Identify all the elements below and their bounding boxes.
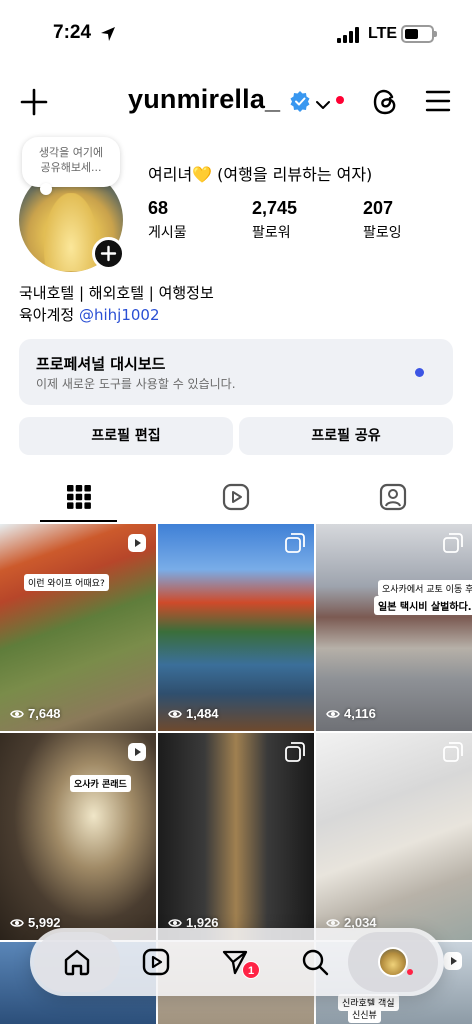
post-views: 4,116 bbox=[326, 706, 376, 721]
profile-notification-dot bbox=[407, 969, 413, 975]
battery-icon bbox=[401, 25, 437, 43]
grid-icon bbox=[66, 485, 91, 509]
profile-avatar-small bbox=[378, 947, 408, 977]
tab-tagged[interactable] bbox=[314, 470, 471, 524]
create-plus-icon[interactable] bbox=[20, 88, 48, 120]
display-name: 여리녀💛 (여행을 리뷰하는 여자) bbox=[148, 165, 373, 184]
edit-profile-button[interactable]: 프로필 편집 bbox=[19, 417, 233, 455]
profile-bio: 국내호텔 | 해외호텔 | 여행정보 육아계정 @hihj1002 bbox=[19, 282, 214, 326]
post-caption-line2: 일본 택시비 살벌하다. bbox=[374, 596, 472, 615]
bio-line2: 육아계정 bbox=[19, 306, 75, 324]
profile-tabs bbox=[0, 470, 472, 524]
bio-mention-link[interactable]: @hihj1002 bbox=[79, 306, 160, 324]
status-time: 7:24 bbox=[53, 22, 92, 43]
home-icon bbox=[64, 949, 90, 976]
eye-icon bbox=[10, 709, 24, 718]
stat-posts[interactable]: 68 게시물 bbox=[148, 198, 187, 242]
post-caption: 이런 와이프 어때요? bbox=[24, 574, 109, 591]
nav-profile[interactable] bbox=[373, 942, 413, 982]
verified-badge-icon bbox=[289, 90, 311, 116]
stat-following-value: 207 bbox=[363, 198, 394, 218]
status-bar: 7:24 LTE bbox=[0, 0, 472, 70]
profile-header: yunmirella_ bbox=[0, 80, 472, 124]
post-thumbnail[interactable]: 오사카에서 교토 이동 후, 일본 택시비 살벌하다. 4,116 bbox=[316, 524, 472, 731]
location-arrow-icon bbox=[100, 26, 116, 46]
post-views: 1,484 bbox=[168, 706, 219, 721]
nav-search[interactable] bbox=[295, 942, 335, 982]
tagged-person-icon bbox=[379, 483, 406, 511]
note-text-line1: 생각을 여기에 bbox=[38, 146, 104, 159]
eye-icon bbox=[168, 709, 182, 718]
professional-dashboard-card[interactable]: 프로페셔널 대시보드 이제 새로운 도구를 사용할 수 있습니다. bbox=[19, 339, 453, 405]
username-title[interactable]: yunmirella_ bbox=[128, 84, 280, 115]
stat-posts-value: 68 bbox=[148, 198, 169, 218]
eye-icon bbox=[326, 709, 340, 718]
post-thumbnail[interactable]: 오사카 콘래드 5,992 bbox=[0, 733, 156, 940]
stat-followers-value: 2,745 bbox=[252, 198, 298, 218]
post-views-count: 5,992 bbox=[28, 915, 61, 930]
post-views-count: 1,484 bbox=[186, 706, 219, 721]
threads-icon[interactable] bbox=[371, 87, 399, 121]
active-tab-indicator bbox=[40, 520, 117, 522]
stat-following-label: 팔로잉 bbox=[363, 225, 402, 241]
note-text-line2: 공유해보세... bbox=[40, 161, 102, 174]
network-type: LTE bbox=[368, 25, 398, 42]
reel-icon bbox=[443, 951, 463, 975]
stat-following[interactable]: 207 팔로잉 bbox=[363, 198, 402, 242]
nav-reels[interactable] bbox=[136, 942, 176, 982]
post-views: 5,992 bbox=[10, 915, 61, 930]
hamburger-menu-icon[interactable] bbox=[425, 90, 451, 116]
eye-icon bbox=[10, 918, 24, 927]
reels-icon bbox=[222, 483, 249, 511]
stat-followers[interactable]: 2,745 팔로워 bbox=[252, 198, 297, 242]
add-story-button[interactable] bbox=[92, 237, 125, 270]
dashboard-title: 프로페셔널 대시보드 bbox=[36, 355, 166, 373]
carousel-icon bbox=[285, 533, 305, 557]
post-thumbnail[interactable]: 1,484 bbox=[158, 524, 314, 731]
post-views: 7,648 bbox=[10, 706, 61, 721]
nav-home[interactable] bbox=[57, 942, 97, 982]
account-notification-dot bbox=[336, 96, 344, 104]
post-thumbnail[interactable]: 이런 와이프 어때요? 7,648 bbox=[0, 524, 156, 731]
post-caption-line2: 신신뷰 bbox=[348, 1006, 381, 1023]
post-caption: 오사카 콘래드 bbox=[70, 775, 131, 792]
post-views-count: 7,648 bbox=[28, 706, 61, 721]
tab-posts-grid[interactable] bbox=[0, 470, 157, 524]
post-views-count: 4,116 bbox=[344, 706, 376, 721]
plus-icon bbox=[100, 245, 117, 262]
cellular-signal-icon bbox=[337, 27, 361, 47]
carousel-icon bbox=[285, 742, 305, 766]
dashboard-new-dot bbox=[415, 368, 424, 377]
dashboard-subtitle: 이제 새로운 도구를 사용할 수 있습니다. bbox=[36, 377, 236, 391]
carousel-icon bbox=[443, 742, 463, 766]
carousel-icon bbox=[443, 533, 463, 557]
share-profile-button[interactable]: 프로필 공유 bbox=[239, 417, 453, 455]
bottom-navigation: 1 bbox=[30, 928, 444, 996]
reel-icon bbox=[127, 742, 147, 766]
stat-followers-label: 팔로워 bbox=[252, 225, 291, 241]
message-count-badge: 1 bbox=[242, 961, 260, 979]
search-icon bbox=[302, 949, 329, 976]
reel-icon bbox=[127, 533, 147, 557]
post-thumbnail[interactable]: 1,926 bbox=[158, 733, 314, 940]
tab-reels[interactable] bbox=[157, 470, 314, 524]
post-caption: 오사카에서 교토 이동 후, bbox=[378, 580, 472, 597]
stat-posts-label: 게시물 bbox=[148, 225, 187, 241]
post-thumbnail[interactable]: 2,034 bbox=[316, 733, 472, 940]
note-bubble[interactable]: 생각을 여기에 공유해보세... bbox=[22, 137, 120, 195]
chevron-down-icon[interactable] bbox=[316, 95, 330, 114]
bio-line1: 국내호텔 | 해외호텔 | 여행정보 bbox=[19, 284, 214, 302]
reels-icon bbox=[142, 948, 170, 976]
